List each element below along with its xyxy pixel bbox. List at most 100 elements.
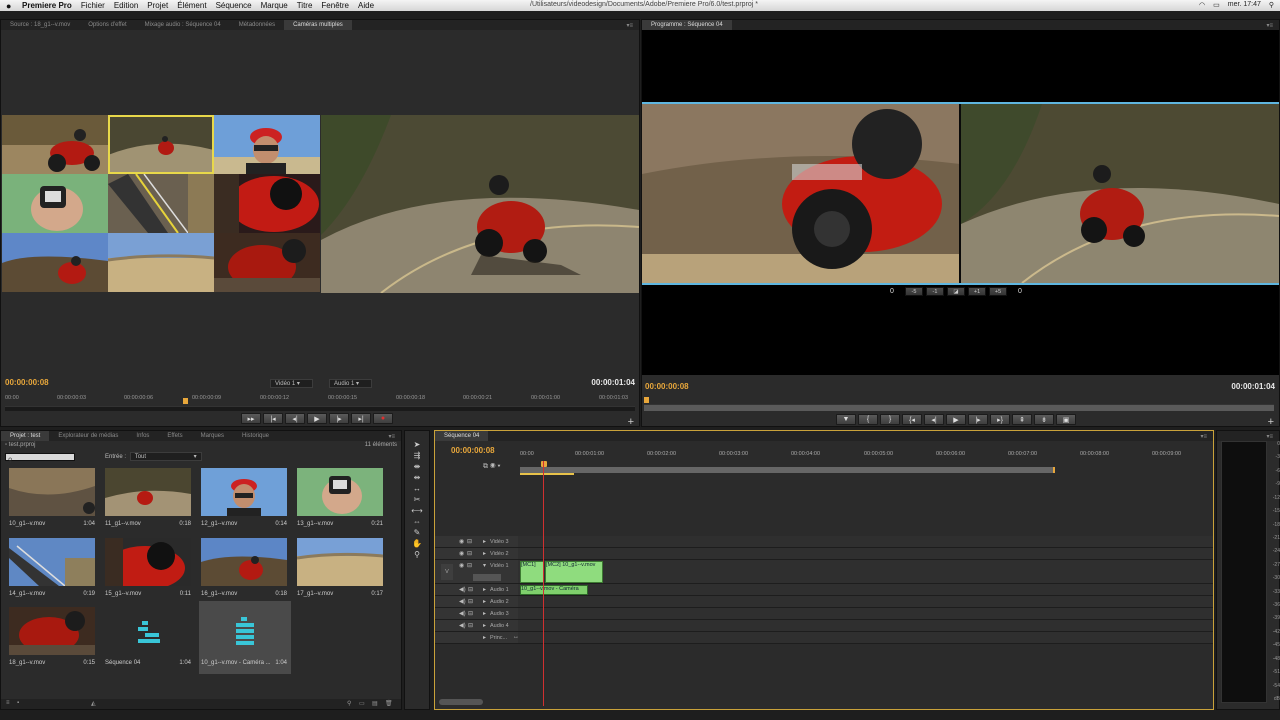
camera-3[interactable] [214,115,320,174]
speaker-icon[interactable]: ◀) [459,610,466,617]
zoom-slider-icon[interactable]: ◭ [91,700,96,707]
camera-4[interactable] [2,174,108,233]
program-zoom-scrollbar[interactable] [644,404,1274,411]
trim-plus1-button[interactable]: +1 [968,287,986,296]
menu-app[interactable]: Premiere Pro [22,1,72,10]
menu-projet[interactable]: Projet [147,1,168,10]
record-button[interactable]: ● [373,413,393,424]
mark-out-button[interactable]: } [880,414,900,425]
clock[interactable]: mer. 17:47 [1228,1,1261,9]
camera-1[interactable] [2,115,108,174]
entry-dropdown[interactable]: Tout ▾ [129,452,202,461]
expand-icon[interactable]: ▸ [483,610,486,617]
lock-icon[interactable]: ⊟ [468,598,473,605]
add-button-icon[interactable]: + [1268,416,1274,428]
lock-icon[interactable]: ⊟ [468,586,473,593]
tab-program[interactable]: Programme : Séquence 04 [642,20,732,30]
export-frame-button[interactable]: ▣ [1056,414,1076,425]
lock-icon[interactable]: ⊟ [467,538,472,545]
go-to-in-button[interactable]: {◂ [902,414,922,425]
panel-menu-icon[interactable]: ▾≡ [1266,22,1273,29]
tab-history[interactable]: Historique [233,431,278,441]
panel-menu-icon[interactable]: ▾≡ [1200,433,1207,440]
menu-edition[interactable]: Edition [114,1,138,10]
ripple-edit-tool-icon[interactable]: ⇼ [410,461,424,472]
trim-minus5-button[interactable]: -5 [905,287,923,296]
battery-icon[interactable]: ▭ [1213,1,1220,9]
menu-marque[interactable]: Marque [261,1,288,10]
menu-fenetre[interactable]: Fenêtre [321,1,349,10]
apple-icon[interactable]: ● [6,1,15,11]
panel-menu-icon[interactable]: ▾≡ [626,22,633,29]
sequence-item[interactable]: Séquence 04 1:04 [103,606,195,674]
new-item-icon[interactable]: ▤ [372,700,378,707]
selection-tool-icon[interactable]: ➤ [410,439,424,450]
razor-tool-icon[interactable]: ✂ [410,494,424,505]
extract-button[interactable]: ⇟ [1034,414,1054,425]
camera-8[interactable] [108,233,214,292]
program-timecode-current[interactable]: 00:00:00:08 [645,382,689,391]
marker-icon[interactable]: ◉ [490,463,496,470]
panel-menu-icon[interactable]: ▾≡ [388,433,395,440]
clip-item[interactable]: 16_g1--v.mov 0:18 [199,537,291,605]
clip-item[interactable]: 15_g1--v.mov 0:11 [103,537,195,605]
tab-project[interactable]: Projet : test [1,431,50,441]
source-playhead[interactable] [183,398,188,404]
list-view-icon[interactable]: ≡ [6,700,10,706]
step-back-to-in-button[interactable]: ▸▸ [241,413,261,424]
timeline-playhead[interactable] [543,461,544,706]
hand-tool-icon[interactable]: ✋ [410,538,424,549]
wifi-icon[interactable]: ◠ [1199,1,1205,9]
track-select-tool-icon[interactable]: ⇶ [410,450,424,461]
tab-audio-mixer[interactable]: Mixage audio : Séquence 04 [136,20,230,30]
video-track-dropdown[interactable]: Vidéo 1 ▾ [270,379,313,388]
multicam-sequence-item-selected[interactable]: 10_g1--v.mov - Caméra ... 1:04 [199,601,291,674]
timeline-timecode[interactable]: 00:00:00:08 [451,446,495,455]
clip-item[interactable]: 11_g1--v.mov 0:18 [103,467,195,535]
collapse-icon[interactable]: ▾ [483,562,486,569]
source-timecode-current[interactable]: 00:00:00:08 [5,378,49,387]
work-area-bar[interactable] [520,467,1055,473]
camera-6[interactable] [214,174,320,233]
tab-media-browser[interactable]: Explorateur de médias [49,431,127,441]
go-to-in-button[interactable]: |◂ [263,413,283,424]
expand-icon[interactable]: ▸ [483,538,486,545]
find-icon[interactable]: ⚲ [347,700,351,707]
clip-item[interactable]: 13_g1--v.mov 0:21 [295,467,387,535]
play-button[interactable]: ▶ [946,414,966,425]
eye-icon[interactable]: ◉ [459,538,464,545]
trash-icon[interactable]: 🗑 [385,700,393,707]
camera-9[interactable] [214,233,320,292]
apply-trim-button[interactable]: ◪ [947,287,965,296]
add-marker-button[interactable]: ▼ [836,414,856,425]
tab-markers[interactable]: Marques [192,431,233,441]
add-marker-icon[interactable]: ▾ [497,463,500,470]
zoom-tool-icon[interactable]: ⚲ [410,549,424,560]
tab-effects[interactable]: Effets [158,431,191,441]
slip-tool-icon[interactable]: ⟷ [410,505,424,516]
clip-item[interactable]: 18_g1--v.mov 0:15 [7,606,99,674]
lock-icon[interactable]: ⊟ [467,550,472,557]
rate-stretch-tool-icon[interactable]: ↔ [410,483,424,494]
camera-7[interactable] [2,233,108,292]
expand-icon[interactable]: ▸ [483,550,486,557]
menu-fichier[interactable]: Fichier [81,1,105,10]
tab-effect-options[interactable]: Options d'effet [79,20,135,30]
audio-track-dropdown[interactable]: Audio 1 ▾ [329,379,372,388]
lock-icon[interactable]: ⊟ [468,610,473,617]
camera-2-selected[interactable] [108,115,214,174]
display-style-button[interactable] [473,574,501,581]
eye-icon[interactable]: ◉ [459,562,464,569]
audio-clip[interactable]: 10_g1--v.mov - Caméra [520,585,588,595]
rolling-edit-tool-icon[interactable]: ⇹ [410,472,424,483]
speaker-icon[interactable]: ◀) [459,598,466,605]
step-forward-button[interactable]: |▸ [968,414,988,425]
mark-in-button[interactable]: { [858,414,878,425]
trim-minus1-button[interactable]: -1 [926,287,944,296]
lift-button[interactable]: ⇞ [1012,414,1032,425]
tab-metadata[interactable]: Métadonnées [230,20,284,30]
program-playhead[interactable] [644,397,649,403]
clip-item[interactable]: 17_g1--v.mov 0:17 [295,537,387,605]
expand-icon[interactable]: ▸ [483,622,486,629]
panel-menu-icon[interactable]: ▾≡ [1266,433,1273,440]
